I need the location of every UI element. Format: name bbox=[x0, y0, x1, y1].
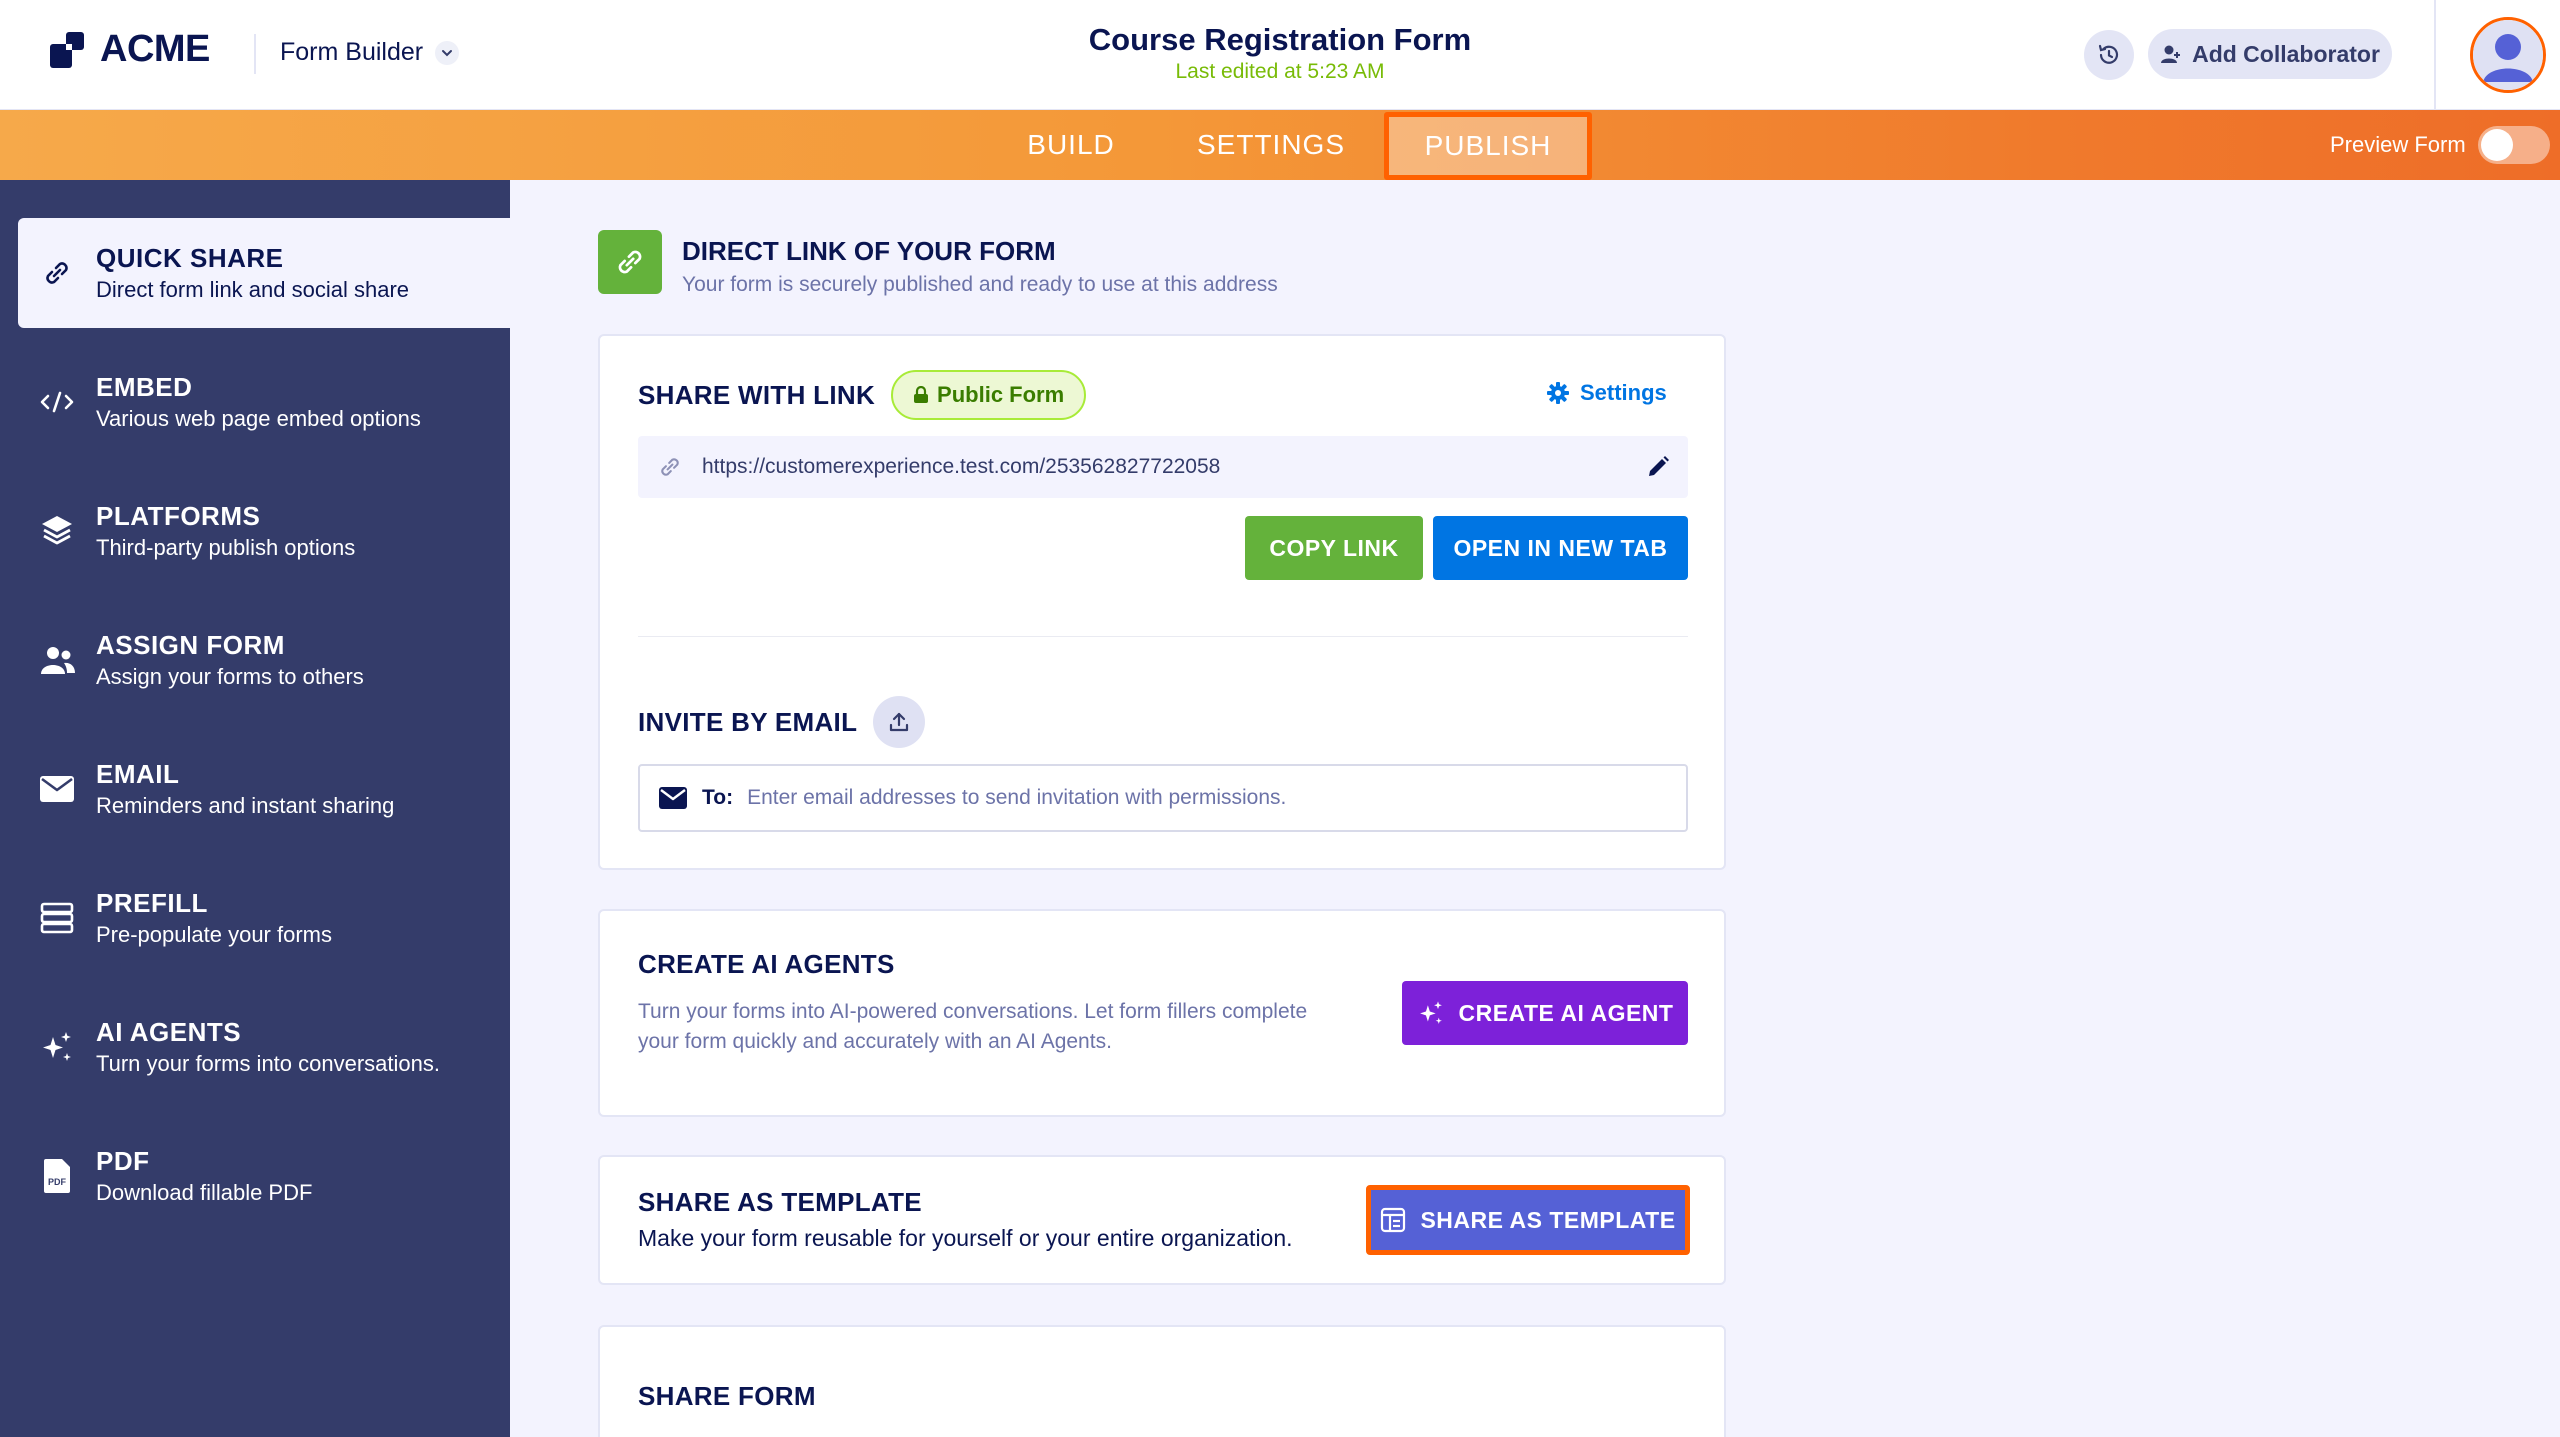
settings-label: Settings bbox=[1580, 380, 1667, 405]
gear-icon bbox=[1547, 382, 1569, 404]
svg-text:PDF: PDF bbox=[48, 1177, 67, 1187]
add-user-icon bbox=[2161, 45, 2181, 63]
share-template-description: Make your form reusable for yourself or … bbox=[638, 1225, 1293, 1251]
sidebar-item-subtitle: Assign your forms to others bbox=[96, 664, 364, 689]
share-with-link-row: SHARE WITH LINK Public Form bbox=[638, 370, 1087, 420]
template-icon bbox=[1381, 1207, 1406, 1233]
sparkle-icon bbox=[43, 1032, 71, 1061]
preview-form-label: Preview Form bbox=[2330, 132, 2466, 157]
sidebar-item-title: EMBED bbox=[96, 372, 193, 402]
tab-build[interactable]: BUILD bbox=[1000, 110, 1142, 180]
direct-link-subtitle: Your form is securely published and read… bbox=[682, 273, 1278, 296]
direct-link-badge bbox=[598, 230, 662, 294]
invite-by-email-title: INVITE BY EMAIL bbox=[638, 706, 858, 737]
upload-icon bbox=[890, 712, 909, 732]
sidebar-item-subtitle: Various web page embed options bbox=[96, 406, 421, 431]
envelope-icon bbox=[40, 776, 74, 802]
sidebar-item-subtitle: Turn your forms into conversations. bbox=[96, 1051, 440, 1076]
sparkle-icon bbox=[1419, 1001, 1442, 1024]
share-with-link-title: SHARE WITH LINK bbox=[638, 379, 876, 410]
share-template-title: SHARE AS TEMPLATE bbox=[638, 1187, 922, 1217]
upload-contacts-button[interactable] bbox=[873, 696, 926, 748]
user-avatar[interactable] bbox=[2470, 17, 2546, 93]
sidebar-item-subtitle: Direct form link and social share bbox=[96, 277, 410, 302]
sidebar-item-assign-form[interactable]: ASSIGN FORM Assign your forms to others bbox=[18, 605, 510, 715]
sidebar-item-title: EMAIL bbox=[96, 759, 180, 789]
create-ai-agent-button[interactable]: CREATE AI AGENT bbox=[1402, 981, 1688, 1045]
sidebar-item-subtitle: Third-party publish options bbox=[96, 535, 356, 560]
preview-form-toggle[interactable] bbox=[2477, 126, 2550, 164]
form-url-text: https://customerexperience.test.com/2535… bbox=[702, 455, 1221, 478]
publish-sidebar: QUICK SHARE Direct form link and social s… bbox=[0, 180, 510, 1437]
email-placeholder: Enter email addresses to send invitation… bbox=[747, 786, 1287, 809]
code-icon bbox=[40, 391, 74, 413]
sidebar-item-title: PLATFORMS bbox=[96, 501, 261, 531]
avatar-icon bbox=[2473, 20, 2543, 90]
users-icon bbox=[41, 647, 75, 674]
lock-icon bbox=[914, 386, 929, 403]
layers-icon bbox=[42, 516, 72, 545]
public-form-badge[interactable]: Public Form bbox=[891, 370, 1087, 420]
history-button[interactable] bbox=[2084, 30, 2134, 80]
ai-agents-desc-line-1: Turn your forms into AI-powered conversa… bbox=[638, 1000, 1308, 1023]
public-form-label: Public Form bbox=[937, 382, 1065, 407]
sidebar-item-platforms[interactable]: PLATFORMS Third-party publish options bbox=[18, 476, 510, 586]
builder-tab-bar: BUILD SETTINGS PUBLISH Preview Form bbox=[0, 110, 2560, 180]
share-form-title: SHARE FORM bbox=[638, 1381, 816, 1411]
envelope-icon bbox=[659, 787, 687, 809]
edit-url-pencil-icon[interactable] bbox=[1628, 454, 1688, 480]
ai-agents-desc-line-2: your form quickly and accurately with an… bbox=[638, 1030, 1112, 1053]
share-as-template-label: SHARE AS TEMPLATE bbox=[1420, 1206, 1676, 1233]
sidebar-item-title: AI AGENTS bbox=[96, 1017, 242, 1047]
sidebar-item-embed[interactable]: EMBED Various web page embed options bbox=[18, 347, 510, 457]
toggle-knob bbox=[2480, 129, 2513, 161]
link-icon bbox=[46, 262, 68, 284]
share-link-card: SHARE WITH LINK Public Form Settings htt… bbox=[598, 334, 1726, 870]
sidebar-item-quick-share[interactable]: QUICK SHARE Direct form link and social s… bbox=[18, 218, 510, 328]
card-divider bbox=[638, 636, 1688, 637]
share-as-template-button[interactable]: SHARE AS TEMPLATE bbox=[1366, 1185, 1690, 1255]
link-icon bbox=[638, 454, 702, 480]
invite-by-email-row: INVITE BY EMAIL bbox=[638, 696, 926, 748]
share-settings-link[interactable]: Settings bbox=[1546, 380, 1667, 406]
direct-link-header: DIRECT LINK OF YOUR FORM Your form is se… bbox=[598, 230, 1278, 297]
sidebar-item-subtitle: Reminders and instant sharing bbox=[96, 793, 395, 818]
database-icon bbox=[40, 902, 74, 934]
invite-email-input[interactable]: To: Enter email addresses to send invita… bbox=[638, 764, 1688, 832]
create-ai-agent-label: CREATE AI AGENT bbox=[1458, 999, 1674, 1026]
copy-link-button[interactable]: COPY LINK bbox=[1245, 516, 1423, 580]
preview-form: Preview Form bbox=[2330, 126, 2550, 164]
tab-settings[interactable]: SETTINGS bbox=[1180, 110, 1362, 180]
ai-agents-card: CREATE AI AGENTS Turn your forms into AI… bbox=[598, 909, 1726, 1117]
sidebar-item-subtitle: Pre-populate your forms bbox=[96, 922, 332, 947]
sidebar-item-pdf[interactable]: PDF PDF Download fillable PDF bbox=[18, 1121, 510, 1231]
add-collaborator-button[interactable]: Add Collaborator bbox=[2148, 29, 2392, 79]
top-header: ACME Form Builder Course Registration Fo… bbox=[0, 0, 2560, 110]
share-form-card: SHARE FORM bbox=[598, 1325, 1726, 1437]
header-right-divider bbox=[2434, 0, 2436, 110]
sidebar-item-title: ASSIGN FORM bbox=[96, 630, 285, 660]
add-collaborator-label: Add Collaborator bbox=[2192, 40, 2380, 67]
ai-agents-description: Turn your forms into AI-powered conversa… bbox=[638, 997, 1307, 1057]
link-icon bbox=[618, 250, 642, 274]
sidebar-item-ai-agents[interactable]: AI AGENTS Turn your forms into conversati… bbox=[18, 992, 510, 1102]
tab-publish[interactable]: PUBLISH bbox=[1384, 112, 1592, 180]
sidebar-item-prefill[interactable]: PREFILL Pre-populate your forms bbox=[18, 863, 510, 973]
sidebar-item-subtitle: Download fillable PDF bbox=[96, 1180, 313, 1205]
form-url-field[interactable]: https://customerexperience.test.com/2535… bbox=[638, 436, 1688, 498]
sidebar-item-email[interactable]: EMAIL Reminders and instant sharing bbox=[18, 734, 510, 844]
sidebar-item-title: PREFILL bbox=[96, 888, 208, 918]
share-template-card: SHARE AS TEMPLATE Make your form reusabl… bbox=[598, 1155, 1726, 1285]
ai-agents-title: CREATE AI AGENTS bbox=[638, 949, 895, 979]
pdf-icon: PDF bbox=[44, 1159, 70, 1193]
open-new-tab-button[interactable]: OPEN IN NEW TAB bbox=[1433, 516, 1688, 580]
sidebar-item-title: QUICK SHARE bbox=[96, 243, 284, 273]
direct-link-title: DIRECT LINK OF YOUR FORM bbox=[682, 236, 1056, 266]
sidebar-item-title: PDF bbox=[96, 1146, 150, 1176]
history-icon bbox=[2098, 44, 2119, 64]
email-to-label: To: bbox=[702, 786, 734, 809]
